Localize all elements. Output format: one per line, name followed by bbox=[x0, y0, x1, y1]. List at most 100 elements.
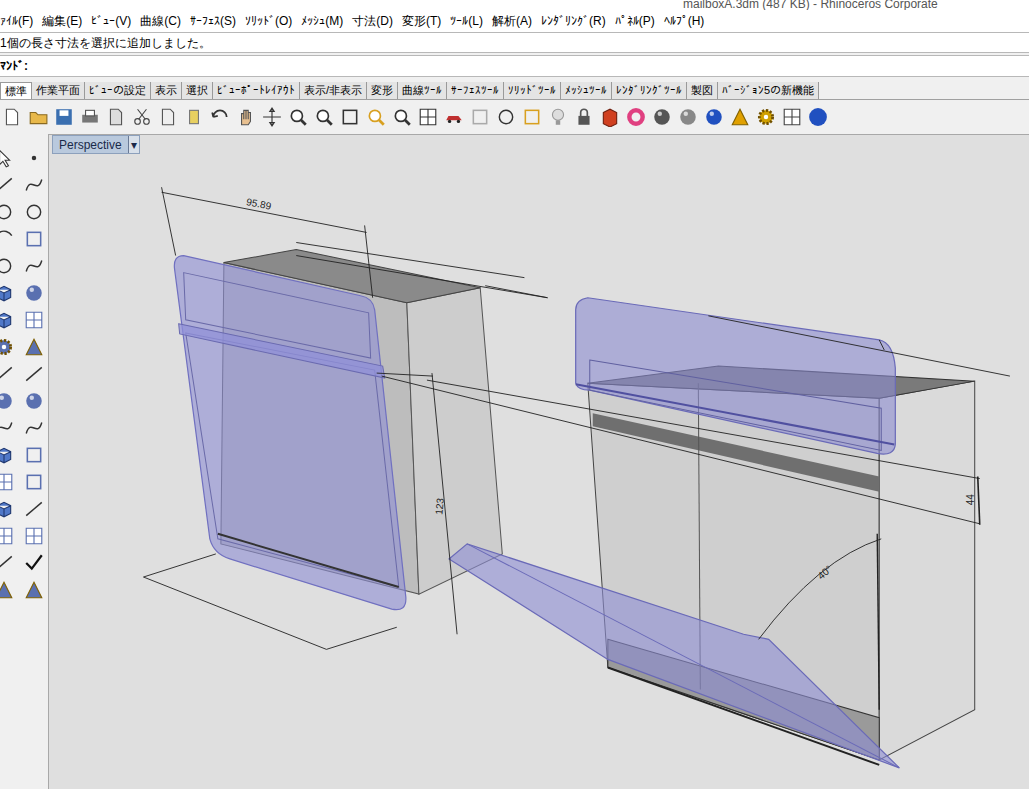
tool-icon[interactable] bbox=[0, 391, 14, 411]
tool-icon[interactable] bbox=[0, 364, 14, 384]
tool-icon[interactable] bbox=[756, 107, 776, 127]
viewport-label[interactable]: Perspective▾ bbox=[52, 135, 140, 154]
toolbar-tab[interactable]: ﾊﾞｰｼﾞｮﾝ5の新機能 bbox=[718, 82, 819, 99]
tool-icon[interactable] bbox=[132, 107, 152, 127]
tool-icon[interactable] bbox=[0, 337, 14, 357]
tool-icon[interactable] bbox=[24, 229, 44, 249]
menu-item[interactable]: ｻｰﾌｪｽ(S) bbox=[190, 12, 236, 30]
menu-item[interactable]: 変形(T) bbox=[402, 12, 441, 30]
menu-item[interactable]: ﾚﾝﾀﾞﾘﾝｸﾞ(R) bbox=[541, 12, 606, 30]
tool-icon[interactable] bbox=[262, 107, 282, 127]
tool-icon[interactable] bbox=[0, 499, 14, 519]
tool-icon[interactable] bbox=[0, 202, 14, 222]
tool-icon[interactable] bbox=[444, 107, 464, 127]
tool-icon[interactable] bbox=[678, 107, 698, 127]
tool-icon[interactable] bbox=[0, 526, 14, 546]
command-line[interactable]: ﾏﾝﾄﾞ: bbox=[0, 55, 1029, 77]
toolbar-tab[interactable]: 表示/非表示 bbox=[300, 82, 367, 99]
tool-icon[interactable] bbox=[652, 107, 672, 127]
dimension-text[interactable]: 95.89 bbox=[245, 196, 272, 212]
tool-icon[interactable] bbox=[0, 283, 14, 303]
tool-icon[interactable] bbox=[2, 107, 22, 127]
tool-icon[interactable] bbox=[210, 107, 230, 127]
tool-icon[interactable] bbox=[808, 107, 828, 127]
tool-icon[interactable] bbox=[418, 107, 438, 127]
tool-icon[interactable] bbox=[24, 526, 44, 546]
tool-icon[interactable] bbox=[392, 107, 412, 127]
tool-icon[interactable] bbox=[24, 418, 44, 438]
tool-icon[interactable] bbox=[236, 107, 256, 127]
tool-icon[interactable] bbox=[782, 107, 802, 127]
tool-icon[interactable] bbox=[574, 107, 594, 127]
tool-icon[interactable] bbox=[24, 472, 44, 492]
menu-item[interactable]: 編集(E) bbox=[42, 12, 82, 30]
toolbar-tab[interactable]: 表示 bbox=[151, 82, 182, 99]
toolbar-tab[interactable]: ｻｰﾌｪｽﾂｰﾙ bbox=[447, 82, 504, 99]
dimension-text[interactable]: 123 bbox=[433, 497, 446, 515]
tool-icon[interactable] bbox=[0, 472, 14, 492]
menu-item[interactable]: ｿﾘｯﾄﾞ(O) bbox=[245, 12, 292, 30]
toolbar-tab[interactable]: 曲線ﾂｰﾙ bbox=[398, 82, 447, 99]
tool-icon[interactable] bbox=[470, 107, 490, 127]
toolbar-tab[interactable]: 選択 bbox=[182, 82, 213, 99]
menu-item[interactable]: 曲線(C) bbox=[140, 12, 181, 30]
toolbar-tab[interactable]: 変形 bbox=[367, 82, 398, 99]
perspective-viewport[interactable]: 95.89 123 44 40° Perspective▾ bbox=[48, 134, 1029, 789]
toolbar-tab[interactable]: ﾋﾞｭｰﾎﾟｰﾄﾚｲｱｳﾄ bbox=[213, 82, 300, 99]
tool-icon[interactable] bbox=[24, 175, 44, 195]
tool-icon[interactable] bbox=[730, 107, 750, 127]
tool-icon[interactable] bbox=[0, 553, 14, 573]
tool-icon[interactable] bbox=[24, 553, 44, 573]
tool-icon[interactable] bbox=[24, 499, 44, 519]
tool-icon[interactable] bbox=[600, 107, 620, 127]
toolbar-tab[interactable]: 作業平面 bbox=[32, 82, 85, 99]
tool-icon[interactable] bbox=[366, 107, 386, 127]
tool-icon[interactable] bbox=[0, 580, 14, 600]
toolbar-tab[interactable]: ｿﾘｯﾄﾞﾂｰﾙ bbox=[504, 82, 561, 99]
menu-item[interactable]: ﾂｰﾙ(L) bbox=[450, 12, 483, 30]
mailbox-flap[interactable] bbox=[449, 544, 899, 768]
tool-icon[interactable] bbox=[24, 364, 44, 384]
tool-icon[interactable] bbox=[24, 256, 44, 276]
menu-item[interactable]: 寸法(D) bbox=[352, 12, 393, 30]
tool-icon[interactable] bbox=[0, 229, 14, 249]
tool-icon[interactable] bbox=[288, 107, 308, 127]
tool-icon[interactable] bbox=[184, 107, 204, 127]
tool-icon[interactable] bbox=[24, 391, 44, 411]
tool-icon[interactable] bbox=[0, 445, 14, 465]
menu-item[interactable]: ｧｲﾙ(F) bbox=[0, 12, 33, 30]
menu-item[interactable]: ﾒｯｼｭ(M) bbox=[301, 12, 343, 30]
toolbar-tab[interactable]: 製図 bbox=[687, 82, 718, 99]
tool-icon[interactable] bbox=[24, 283, 44, 303]
tool-icon[interactable] bbox=[0, 175, 14, 195]
tool-icon[interactable] bbox=[24, 202, 44, 222]
tool-icon[interactable] bbox=[28, 107, 48, 127]
menu-item[interactable]: ﾍﾙﾌﾟ(H) bbox=[664, 12, 705, 30]
model-drawing[interactable]: 95.89 123 44 40° bbox=[49, 135, 1029, 789]
viewport-dropdown[interactable]: ▾ bbox=[128, 136, 139, 153]
tool-icon[interactable] bbox=[158, 107, 178, 127]
menu-item[interactable]: ﾋﾞｭｰ(V) bbox=[91, 12, 131, 30]
tool-icon[interactable] bbox=[54, 107, 74, 127]
toolbar-tab[interactable]: ﾋﾞｭｰの設定 bbox=[85, 82, 151, 99]
tool-icon[interactable] bbox=[314, 107, 334, 127]
dimension-text[interactable]: 44 bbox=[965, 494, 976, 506]
tool-icon[interactable] bbox=[496, 107, 516, 127]
tool-icon[interactable] bbox=[0, 148, 14, 168]
tool-icon[interactable] bbox=[0, 310, 14, 330]
menu-item[interactable]: 解析(A) bbox=[492, 12, 532, 30]
tool-icon[interactable] bbox=[24, 337, 44, 357]
menu-item[interactable]: ﾊﾟﾈﾙ(P) bbox=[615, 12, 655, 30]
tool-icon[interactable] bbox=[24, 310, 44, 330]
tool-icon[interactable] bbox=[522, 107, 542, 127]
tool-icon[interactable] bbox=[0, 418, 14, 438]
tool-icon[interactable] bbox=[548, 107, 568, 127]
tool-icon[interactable] bbox=[106, 107, 126, 127]
tool-icon[interactable] bbox=[24, 148, 44, 168]
tool-icon[interactable] bbox=[80, 107, 100, 127]
dimension-text[interactable]: 40° bbox=[815, 563, 834, 581]
tool-icon[interactable] bbox=[704, 107, 724, 127]
toolbar-tab[interactable]: 標準 bbox=[0, 82, 32, 99]
toolbar-tab[interactable]: ﾚﾝﾀﾞﾘﾝｸﾞﾂｰﾙ bbox=[612, 82, 687, 99]
tool-icon[interactable] bbox=[340, 107, 360, 127]
